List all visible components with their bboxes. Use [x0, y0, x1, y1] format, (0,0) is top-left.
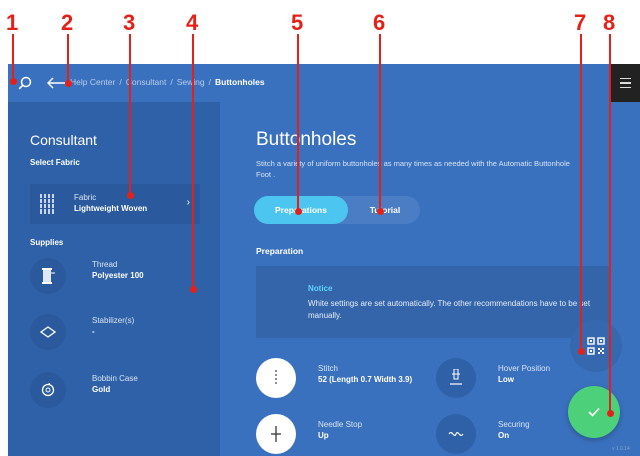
search-icon[interactable]: [18, 76, 32, 90]
fabric-label: Fabric: [74, 193, 97, 202]
breadcrumb-separator: /: [208, 77, 212, 87]
leader-dot-6: [377, 208, 384, 215]
supply-value: Polyester 100: [92, 271, 144, 280]
leader-line-1: [12, 34, 14, 80]
breadcrumb-separator: /: [119, 77, 122, 87]
supply-value: Gold: [92, 385, 111, 394]
leader-dot-3: [127, 192, 134, 199]
setting-value: 52 (Length 0.7 Width 3.9): [318, 375, 413, 384]
callout-1: 1: [6, 10, 19, 35]
setting-name: Hover Position: [498, 364, 551, 373]
setting-value: Up: [318, 431, 329, 440]
notice-title: Notice: [308, 284, 333, 293]
page-title: Buttonholes: [256, 129, 357, 150]
breadcrumb-sewing[interactable]: Sewing: [177, 77, 205, 87]
leader-dot-8: [607, 410, 614, 417]
thread-icon: [30, 258, 66, 294]
breadcrumb-help-center[interactable]: Help Center: [70, 77, 115, 87]
breadcrumb: Help Center / Consultant / Sewing / Buttonhole…: [70, 77, 265, 87]
menu-button[interactable]: [610, 64, 640, 102]
leader-dot-1: [10, 78, 17, 85]
supply-stabilizer[interactable]: Stabilizer(s) -: [30, 310, 200, 356]
bobbin-case-icon: [30, 372, 66, 408]
section-heading: Preparation: [256, 246, 304, 256]
supply-name: Stabilizer(s): [92, 316, 135, 325]
leader-line-8: [609, 34, 611, 412]
leader-line-2: [67, 34, 69, 82]
stitch-icon: [256, 358, 296, 398]
needle-stop-icon: [256, 414, 296, 454]
supply-name: Thread: [92, 260, 118, 269]
top-bar: Help Center / Consultant / Sewing / Buttonhole…: [8, 64, 640, 102]
fabric-value: Lightweight Woven: [74, 204, 148, 213]
supply-name: Bobbin Case: [92, 374, 138, 383]
version-label: v 1.0.14: [612, 446, 630, 452]
supplies-label: Supplies: [30, 238, 64, 247]
breadcrumb-consultant[interactable]: Consultant: [126, 77, 167, 87]
chevron-right-icon: ›: [186, 197, 190, 208]
leader-dot-7: [578, 348, 585, 355]
page-description: Stitch a variety of uniform buttonholes …: [256, 159, 570, 179]
hamburger-icon: [619, 77, 631, 80]
checkmark-icon: [588, 407, 600, 417]
callout-2: 2: [61, 10, 74, 35]
setting-stitch[interactable]: Stitch 52 (Length 0.7 Width 3.9): [256, 358, 426, 404]
stabilizer-icon: [30, 314, 66, 350]
supply-thread[interactable]: Thread Polyester 100: [30, 254, 200, 300]
notice-text: White settings are set automatically. Th…: [308, 299, 591, 320]
qr-code-icon: [587, 337, 605, 355]
consultant-sidebar: Consultant Select Fabric Fabric Lightwei…: [8, 102, 220, 456]
fabric-selector[interactable]: Fabric Lightweight Woven ›: [30, 184, 200, 224]
setting-name: Securing: [498, 420, 530, 429]
tab-tutorial[interactable]: Tutorial: [350, 196, 420, 224]
leader-dot-5: [295, 208, 302, 215]
leader-dot-4: [190, 286, 197, 293]
callout-6: 6: [373, 10, 386, 35]
callout-4: 4: [186, 10, 199, 35]
setting-name: Stitch: [318, 364, 339, 373]
callout-8: 8: [603, 10, 616, 35]
qr-code-button[interactable]: [570, 320, 622, 372]
app-window: Help Center / Consultant / Sewing / Buttonhole…: [8, 64, 640, 456]
breadcrumb-separator: /: [170, 77, 173, 87]
leader-dot-2: [65, 80, 72, 87]
supply-value: -: [92, 327, 95, 336]
supply-bobbin-case[interactable]: Bobbin Case Gold: [30, 368, 200, 414]
select-fabric-label: Select Fabric: [30, 158, 80, 167]
notice-box: Notice White settings are set automatica…: [256, 266, 610, 338]
leader-line-6: [379, 34, 381, 210]
leader-line-3: [129, 34, 131, 194]
sidebar-title: Consultant: [30, 132, 97, 148]
setting-name: Needle Stop: [318, 420, 363, 429]
securing-icon: [436, 414, 476, 454]
back-arrow-icon[interactable]: [46, 76, 66, 90]
setting-value: Low: [498, 375, 514, 384]
hover-position-icon: [436, 358, 476, 398]
callout-5: 5: [291, 10, 304, 35]
callout-3: 3: [123, 10, 136, 35]
setting-needle-stop[interactable]: Needle Stop Up: [256, 414, 426, 456]
breadcrumb-current: Buttonholes: [215, 77, 265, 87]
leader-line-7: [580, 34, 582, 350]
callout-7: 7: [574, 10, 587, 35]
leader-line-5: [297, 34, 299, 210]
leader-line-4: [192, 34, 194, 288]
tab-bar: Preparations Tutorial: [254, 196, 420, 224]
fabric-icon: [40, 194, 54, 214]
